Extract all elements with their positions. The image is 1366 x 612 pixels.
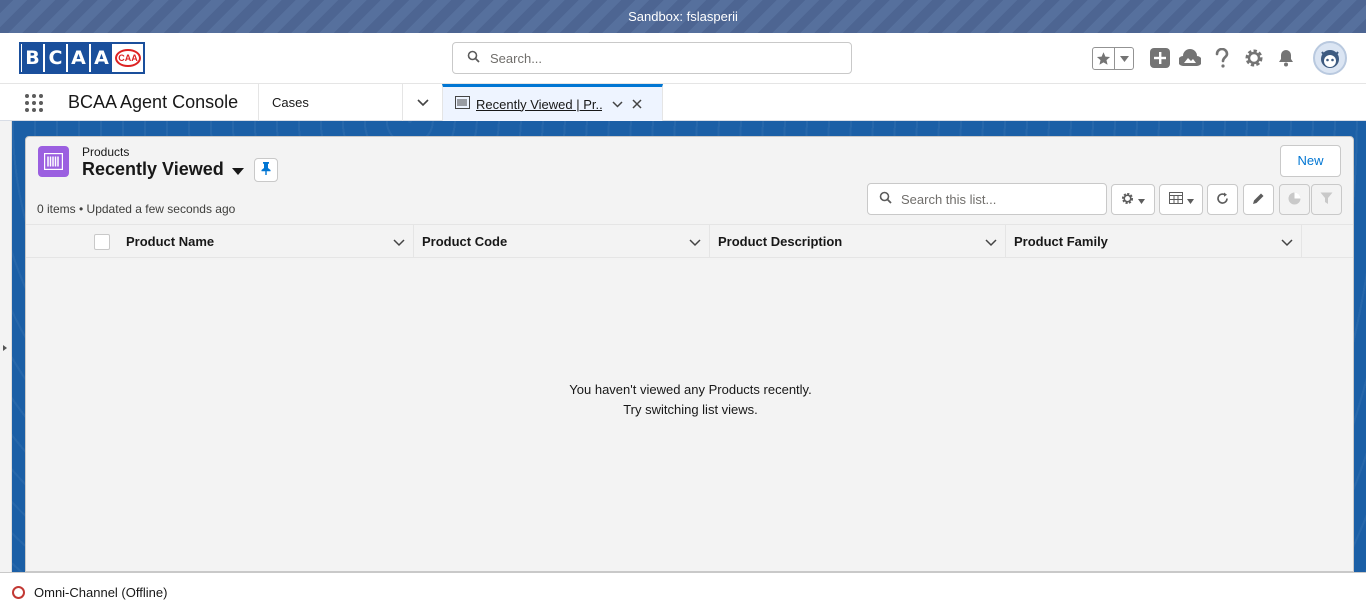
empty-state: You haven't viewed any Products recently… bbox=[26, 380, 1355, 420]
column-header-product-description[interactable]: Product Description bbox=[710, 225, 1006, 258]
star-icon[interactable] bbox=[1093, 48, 1115, 69]
caret-down-icon bbox=[1138, 192, 1145, 207]
app-launcher-icon[interactable] bbox=[23, 92, 45, 114]
utility-bar: Omni-Channel (Offline) bbox=[0, 572, 1366, 612]
filter-button[interactable] bbox=[1311, 184, 1342, 215]
nav-item-cases[interactable]: Cases bbox=[258, 84, 402, 121]
global-search[interactable] bbox=[452, 42, 852, 74]
chart-icon bbox=[1288, 192, 1301, 208]
navigation-bar: BCAA Agent Console Cases Recently Viewed… bbox=[0, 84, 1366, 121]
column-label: Product Code bbox=[422, 234, 508, 249]
column-label: Product Name bbox=[126, 234, 215, 249]
plus-icon[interactable] bbox=[1149, 47, 1171, 69]
column-label: Product Family bbox=[1014, 234, 1108, 249]
pin-icon bbox=[261, 162, 271, 178]
chevron-down-icon bbox=[416, 95, 429, 110]
question-icon[interactable] bbox=[1211, 47, 1233, 69]
list-meta-info: 0 items • Updated a few seconds ago bbox=[37, 202, 236, 216]
chevron-down-icon[interactable] bbox=[985, 235, 997, 250]
sandbox-banner: Sandbox: fslasperii bbox=[0, 0, 1366, 33]
new-button[interactable]: New bbox=[1280, 145, 1341, 177]
column-header-product-name[interactable]: Product Name bbox=[118, 225, 414, 258]
search-icon bbox=[879, 191, 892, 207]
gear-icon[interactable] bbox=[1243, 47, 1265, 69]
product-object-icon bbox=[38, 146, 69, 177]
empty-state-hint: Try switching list views. bbox=[623, 402, 758, 417]
bcaa-logo[interactable]: B C A A CAA bbox=[19, 42, 145, 74]
favorites-dropdown-icon[interactable] bbox=[1115, 48, 1133, 69]
inline-edit-button[interactable] bbox=[1243, 184, 1274, 215]
avatar[interactable] bbox=[1313, 41, 1347, 75]
pencil-icon bbox=[1252, 192, 1265, 208]
list-search[interactable] bbox=[867, 183, 1107, 215]
column-label: Product Description bbox=[718, 234, 843, 249]
chevron-down-icon[interactable] bbox=[1281, 235, 1293, 250]
object-label: Products bbox=[82, 145, 130, 159]
caret-down-icon bbox=[1186, 192, 1194, 207]
offline-status-icon bbox=[12, 586, 25, 599]
nav-item-label: Cases bbox=[272, 95, 309, 110]
products-icon bbox=[455, 96, 470, 112]
chevron-down-icon[interactable] bbox=[689, 235, 701, 250]
charts-button[interactable] bbox=[1279, 184, 1310, 215]
favorites-group[interactable] bbox=[1092, 47, 1134, 70]
global-search-input[interactable] bbox=[490, 50, 830, 66]
split-view-toggle[interactable] bbox=[0, 121, 12, 572]
tab-recently-viewed-products[interactable]: Recently Viewed | Pr... bbox=[442, 84, 663, 121]
logo-letter: B bbox=[22, 44, 43, 72]
display-as-button[interactable] bbox=[1159, 184, 1203, 215]
nav-menu-button[interactable] bbox=[402, 84, 442, 121]
caret-down-icon bbox=[231, 167, 244, 175]
pin-list-button[interactable] bbox=[254, 158, 278, 182]
select-all-checkbox[interactable] bbox=[94, 234, 110, 250]
logo-letter: A bbox=[68, 44, 89, 72]
omni-channel-button[interactable]: Omni-Channel (Offline) bbox=[34, 585, 167, 600]
close-icon[interactable] bbox=[632, 97, 642, 112]
bell-icon[interactable] bbox=[1275, 47, 1297, 69]
sandbox-label: Sandbox: fslasperii bbox=[628, 9, 738, 24]
empty-state-message: You haven't viewed any Products recently… bbox=[569, 382, 812, 397]
list-view-card: Products Recently Viewed New 0 items • U… bbox=[25, 136, 1354, 572]
tab-chevron-down-icon[interactable] bbox=[612, 97, 623, 112]
logo-letter: A bbox=[91, 44, 112, 72]
gear-icon bbox=[1121, 192, 1134, 208]
table-header: Product Name Product Code Product Descri… bbox=[26, 224, 1353, 258]
list-view-controls-button[interactable] bbox=[1111, 184, 1155, 215]
caa-badge: CAA bbox=[113, 44, 143, 72]
table-icon bbox=[1168, 192, 1183, 207]
chevron-right-icon bbox=[3, 345, 7, 351]
list-search-input[interactable] bbox=[901, 191, 1091, 207]
trailhead-icon[interactable] bbox=[1179, 47, 1201, 69]
refresh-button[interactable] bbox=[1207, 184, 1238, 215]
refresh-icon bbox=[1216, 192, 1229, 208]
search-icon bbox=[467, 50, 480, 66]
chevron-down-icon[interactable] bbox=[393, 235, 405, 250]
logo-letter: C bbox=[45, 44, 66, 72]
tab-label: Recently Viewed | Pr... bbox=[476, 96, 602, 112]
global-header: B C A A CAA bbox=[0, 33, 1366, 84]
list-view-title: Recently Viewed bbox=[82, 159, 224, 179]
filter-icon bbox=[1320, 192, 1333, 208]
app-name: BCAA Agent Console bbox=[68, 92, 239, 112]
column-header-product-code[interactable]: Product Code bbox=[414, 225, 710, 258]
list-view-selector[interactable]: Recently Viewed bbox=[82, 159, 244, 180]
column-header-product-family[interactable]: Product Family bbox=[1006, 225, 1302, 258]
